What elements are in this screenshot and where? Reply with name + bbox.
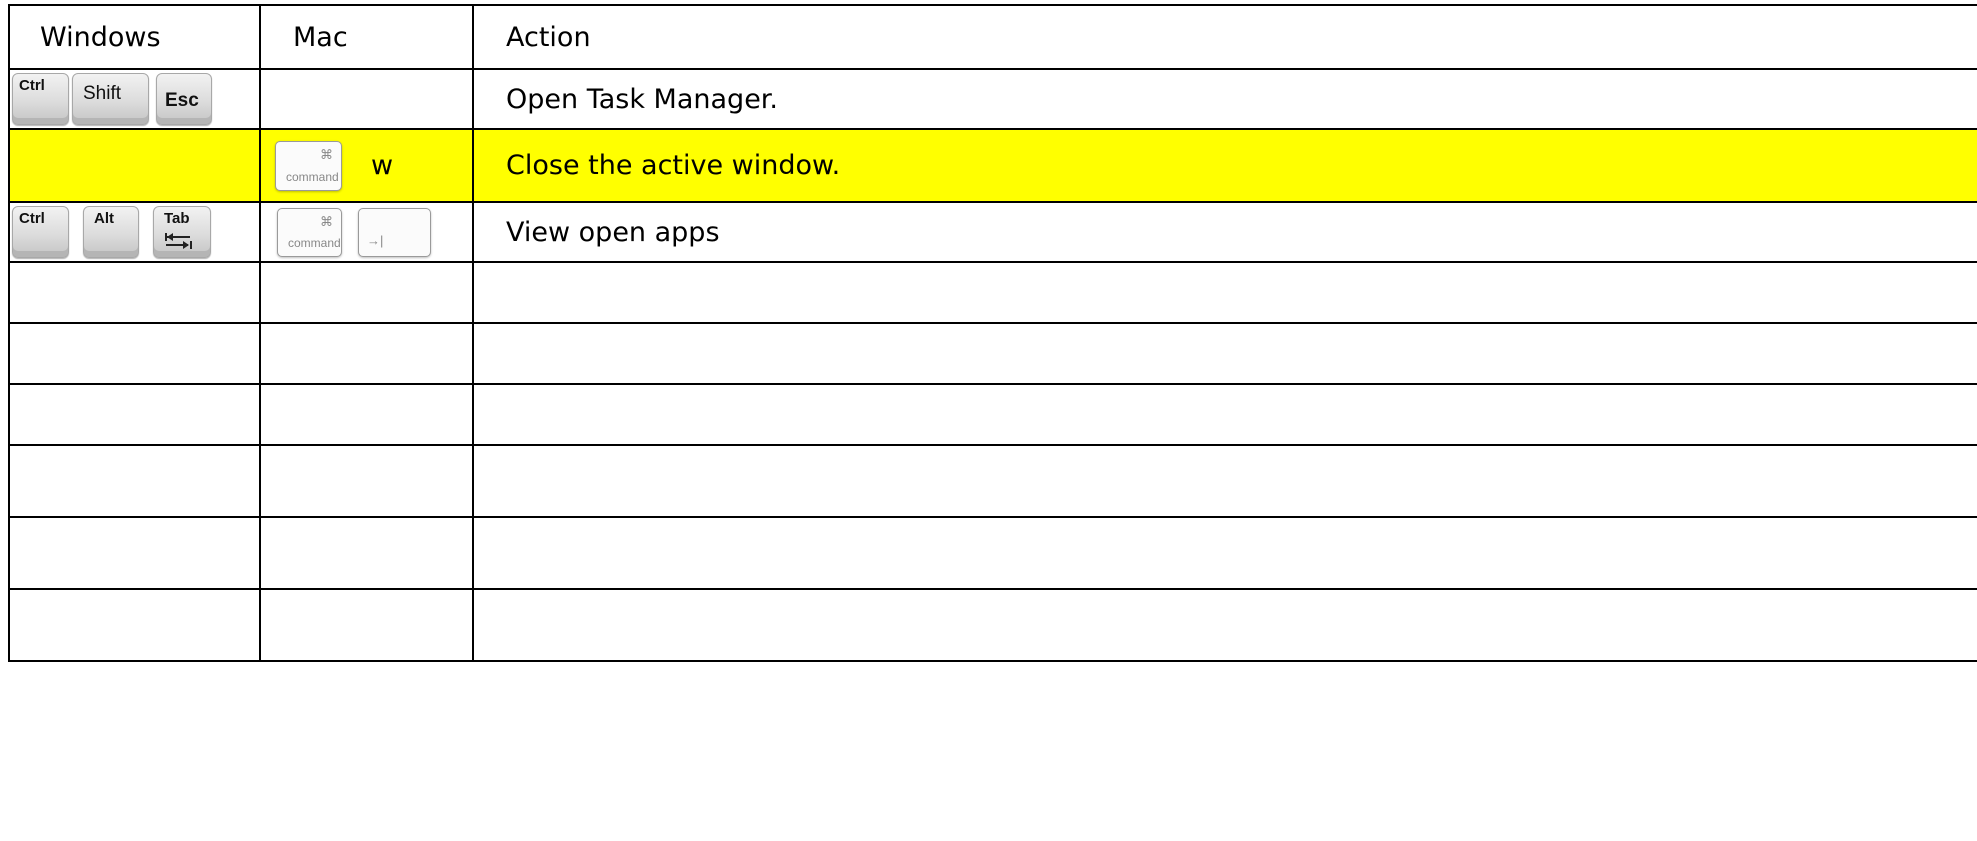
shortcut-table: Windows Mac Action Ctrl Shift Esc Open T… bbox=[8, 4, 1977, 662]
header-row: Windows Mac Action bbox=[8, 4, 1977, 70]
windows-keys-cell: Ctrl Alt Tab bbox=[8, 201, 261, 263]
table-row-highlighted: ⌘ command w Close the active window. bbox=[8, 128, 1977, 203]
command-key: ⌘ command bbox=[275, 141, 342, 191]
empty-row bbox=[8, 322, 1977, 385]
empty-cell bbox=[259, 516, 474, 590]
action-cell: Open Task Manager. bbox=[472, 68, 1977, 130]
w-key-label: w bbox=[371, 150, 394, 181]
empty-cell bbox=[259, 261, 474, 324]
header-action: Action bbox=[506, 21, 591, 53]
alt-key: Alt bbox=[83, 206, 139, 258]
esc-key-label: Esc bbox=[165, 90, 199, 111]
ctrl-key-label: Ctrl bbox=[19, 77, 45, 94]
shift-key: Shift bbox=[72, 73, 149, 125]
tab-key-label: Tab bbox=[164, 210, 190, 227]
empty-cell bbox=[8, 588, 261, 662]
empty-cell bbox=[259, 444, 474, 518]
esc-key: Esc bbox=[156, 73, 212, 125]
tab-key: Tab bbox=[153, 206, 211, 258]
mac-keys-cell: ⌘ command w bbox=[259, 128, 474, 203]
empty-cell bbox=[8, 444, 261, 518]
empty-row bbox=[8, 444, 1977, 518]
empty-cell bbox=[472, 261, 1977, 324]
windows-keys-cell: Ctrl Shift Esc bbox=[8, 68, 261, 130]
action-cell: Close the active window. bbox=[472, 128, 1977, 203]
action-cell: View open apps bbox=[472, 201, 1977, 263]
empty-cell bbox=[472, 444, 1977, 518]
empty-cell bbox=[472, 588, 1977, 662]
empty-row bbox=[8, 516, 1977, 590]
command-icon: ⌘ bbox=[320, 214, 333, 229]
command-key: ⌘ command bbox=[277, 208, 342, 257]
ctrl-key-label: Ctrl bbox=[19, 210, 45, 227]
header-mac: Mac bbox=[293, 21, 348, 53]
empty-cell bbox=[472, 516, 1977, 590]
tab-arrows-icon bbox=[165, 233, 192, 249]
action-text: Close the active window. bbox=[506, 150, 841, 181]
header-windows-cell: Windows bbox=[8, 4, 261, 70]
windows-keys-cell bbox=[8, 128, 261, 203]
header-mac-cell: Mac bbox=[259, 4, 474, 70]
empty-cell bbox=[259, 588, 474, 662]
mac-keys-cell bbox=[259, 68, 474, 130]
empty-row bbox=[8, 383, 1977, 446]
empty-row bbox=[8, 261, 1977, 324]
shift-key-label: Shift bbox=[83, 83, 122, 104]
empty-cell bbox=[8, 261, 261, 324]
header-windows: Windows bbox=[40, 21, 161, 53]
table-row: Ctrl Shift Esc Open Task Manager. bbox=[8, 68, 1977, 130]
header-action-cell: Action bbox=[472, 4, 1977, 70]
empty-cell bbox=[8, 383, 261, 446]
empty-row bbox=[8, 588, 1977, 662]
tab-icon: →| bbox=[367, 233, 384, 248]
empty-cell bbox=[259, 322, 474, 385]
mac-keys-cell: ⌘ command →| bbox=[259, 201, 474, 263]
command-key-label: command bbox=[288, 236, 341, 250]
table-row: Ctrl Alt Tab ⌘ command →| View open apps bbox=[8, 201, 1977, 263]
command-key-label: command bbox=[286, 170, 339, 184]
empty-cell bbox=[472, 322, 1977, 385]
action-text: Open Task Manager. bbox=[506, 83, 779, 115]
empty-cell bbox=[8, 322, 261, 385]
empty-cell bbox=[8, 516, 261, 590]
empty-cell bbox=[472, 383, 1977, 446]
ctrl-key: Ctrl bbox=[12, 73, 69, 125]
alt-key-label: Alt bbox=[94, 210, 114, 227]
action-text: View open apps bbox=[506, 216, 720, 248]
ctrl-key: Ctrl bbox=[12, 206, 69, 258]
empty-cell bbox=[259, 383, 474, 446]
command-icon: ⌘ bbox=[320, 147, 333, 162]
tab-key: →| bbox=[358, 208, 431, 257]
